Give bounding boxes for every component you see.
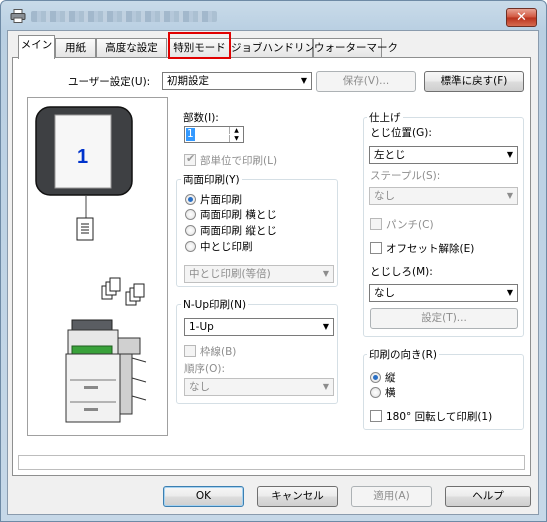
staple-select[interactable]: なし ▼ <box>369 187 518 205</box>
margin-value: なし <box>374 287 395 299</box>
chevron-down-icon: ▼ <box>322 269 329 278</box>
chevron-down-icon: ▼ <box>506 288 513 297</box>
duplex-radio-long-edge[interactable] <box>185 209 196 220</box>
cancel-button[interactable]: キャンセル <box>257 486 338 507</box>
restore-defaults-button[interactable]: 標準に戻す(F) <box>424 71 524 92</box>
chevron-down-icon: ▼ <box>506 150 513 159</box>
user-settings-select[interactable]: 初期設定 ▼ <box>162 72 312 90</box>
preview-page-number: 1 <box>77 146 89 168</box>
document-output-icon <box>76 196 94 241</box>
save-button[interactable]: 保存(V)... <box>316 71 416 92</box>
offset-checkbox[interactable] <box>370 242 382 254</box>
user-settings-value: 初期設定 <box>167 75 209 87</box>
check-icon: ✔ <box>186 152 196 165</box>
border-label: 枠線(B) <box>200 346 237 358</box>
orientation-option-label: 縦 <box>385 372 396 384</box>
collate-checkbox[interactable]: ✔ <box>184 152 196 166</box>
duplex-radio-simplex[interactable] <box>185 194 196 205</box>
help-button[interactable]: ヘルプ <box>445 486 531 507</box>
margin-settings-button[interactable]: 設定(T)... <box>370 308 518 329</box>
duplex-option-label: 中とじ印刷 <box>200 241 253 253</box>
ok-button[interactable]: OK <box>163 486 244 507</box>
spinner-down-icon[interactable]: ▼ <box>229 135 243 142</box>
margin-select[interactable]: なし ▼ <box>369 284 518 302</box>
copies-spinner[interactable]: 1 ▲ ▼ <box>184 126 244 143</box>
finishing-group-title: 仕上げ <box>367 110 403 125</box>
nup-group-title: N-Up印刷(N) <box>181 297 249 312</box>
chevron-down-icon: ▼ <box>322 382 329 391</box>
order-select[interactable]: なし ▼ <box>184 378 334 396</box>
duplex-radio-booklet[interactable] <box>185 241 196 252</box>
order-value: なし <box>189 381 210 393</box>
user-settings-label: ユーザー設定(U): <box>68 76 151 88</box>
duplex-option-label: 両面印刷 横とじ <box>200 209 277 221</box>
order-label: 順序(O): <box>184 363 225 375</box>
booklet-select[interactable]: 中とじ印刷(等倍) ▼ <box>184 265 334 283</box>
rotate-180-checkbox[interactable] <box>370 410 382 422</box>
duplex-option-label: 片面印刷 <box>200 194 242 206</box>
status-strip <box>18 455 525 470</box>
binding-position-value: 左とじ <box>374 149 406 161</box>
apply-button[interactable]: 適用(A) <box>351 486 432 507</box>
offset-label: オフセット解除(E) <box>386 243 475 255</box>
spinner-up-icon[interactable]: ▲ <box>229 127 243 134</box>
chevron-down-icon: ▼ <box>322 322 329 331</box>
rotate-180-label: 180° 回転して印刷(1) <box>386 411 493 423</box>
nup-select[interactable]: 1-Up ▼ <box>184 318 334 336</box>
punch-checkbox[interactable] <box>370 218 382 230</box>
staple-value: なし <box>374 190 395 202</box>
chevron-down-icon: ▼ <box>300 76 307 85</box>
collate-label: 部単位で印刷(L) <box>200 155 278 167</box>
orientation-group-title: 印刷の向き(R) <box>367 347 439 362</box>
chevron-down-icon: ▼ <box>506 191 513 200</box>
duplex-radio-short-edge[interactable] <box>185 225 196 236</box>
copies-label: 部数(I): <box>183 112 219 124</box>
binding-position-select[interactable]: 左とじ ▼ <box>369 146 518 164</box>
booklet-value: 中とじ印刷(等倍) <box>189 268 271 280</box>
duplex-group-title: 両面印刷(Y) <box>181 172 242 187</box>
duplex-option-label: 両面印刷 縦とじ <box>200 225 277 237</box>
orientation-option-label: 横 <box>385 387 396 399</box>
border-checkbox[interactable] <box>184 345 196 357</box>
collated-pages-icon <box>101 277 145 306</box>
margin-label: とじしろ(M): <box>370 266 433 278</box>
printer-machine-icon <box>65 319 147 423</box>
nup-value: 1-Up <box>189 321 214 333</box>
staple-label: ステープル(S): <box>370 170 441 182</box>
orientation-radio-portrait[interactable] <box>370 372 381 383</box>
punch-label: パンチ(C) <box>386 219 434 231</box>
orientation-radio-landscape[interactable] <box>370 387 381 398</box>
binding-position-label: とじ位置(G): <box>370 127 432 139</box>
copies-input-value: 1 <box>186 128 195 141</box>
